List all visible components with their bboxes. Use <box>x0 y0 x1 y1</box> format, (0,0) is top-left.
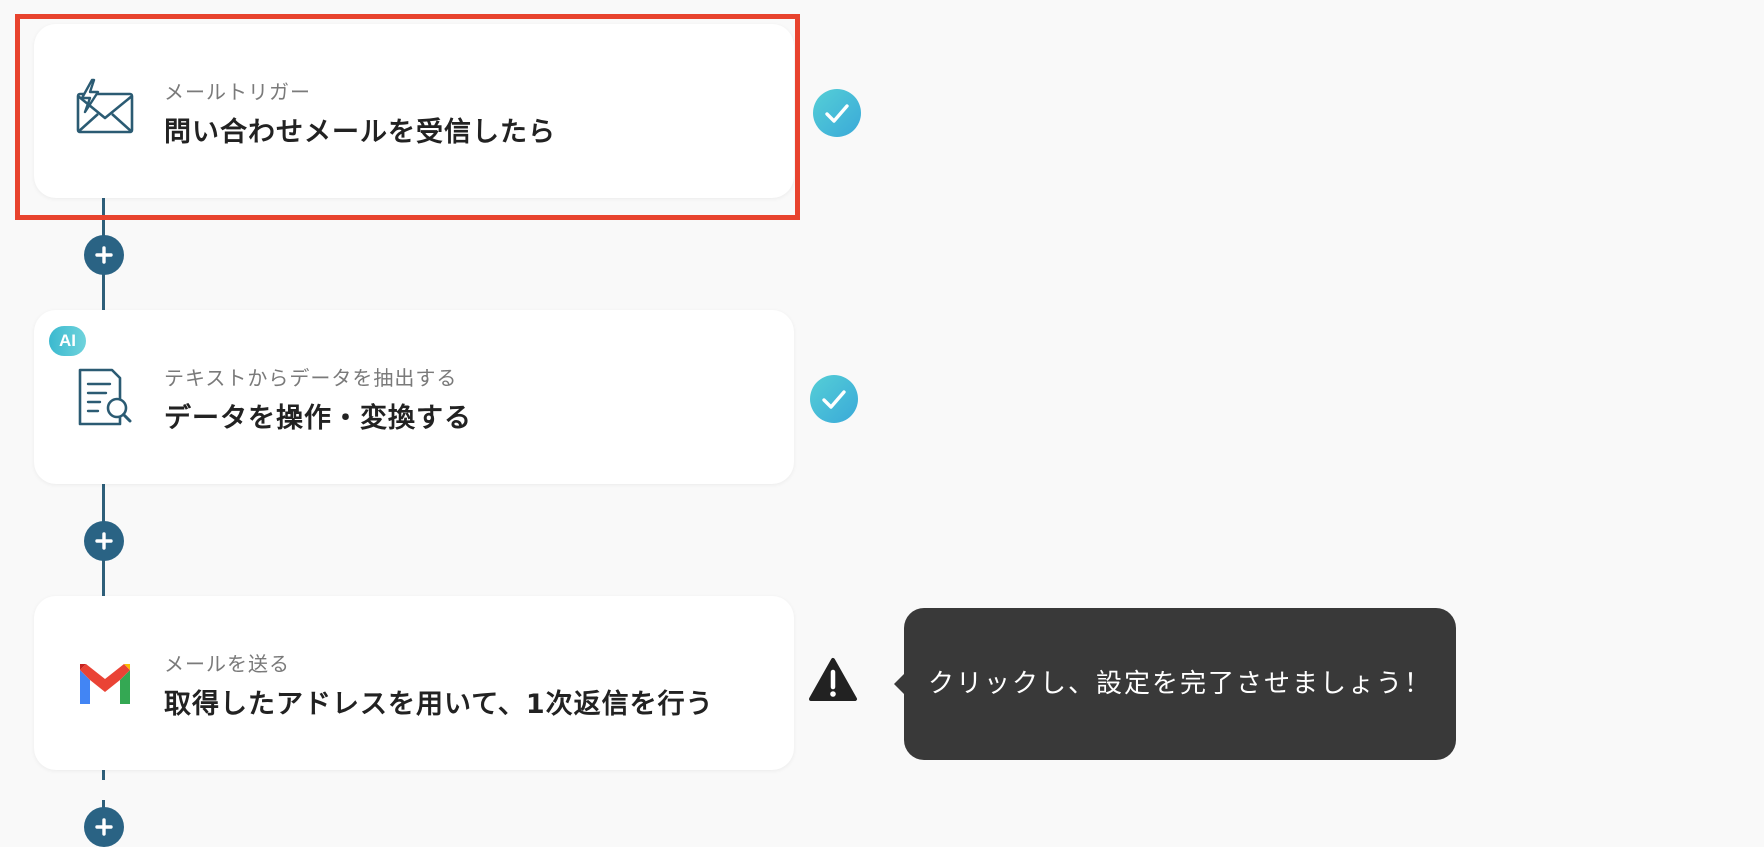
status-complete-badge <box>810 375 858 423</box>
tooltip-text: クリックし、設定を完了させましょう！ <box>928 669 1433 699</box>
check-icon <box>822 390 846 409</box>
status-complete-badge <box>813 89 861 137</box>
add-step-button[interactable] <box>84 807 124 847</box>
step-card-data-extract[interactable]: AI テキストからデータを抽出する データを操作・変換する <box>34 310 794 484</box>
plus-icon <box>95 818 113 836</box>
warning-icon <box>808 657 858 703</box>
step-title: 取得したアドレスを用いて、1次返信を行う <box>164 689 714 720</box>
setup-tooltip: クリックし、設定を完了させましょう！ <box>894 608 1456 760</box>
mail-trigger-icon <box>72 78 138 144</box>
step-subtitle: メールトリガー <box>164 80 311 104</box>
step-card-mail-trigger[interactable]: メールトリガー 問い合わせメールを受信したら <box>34 24 794 198</box>
tooltip-arrow <box>894 673 905 695</box>
check-icon <box>825 104 849 123</box>
step-subtitle: テキストからデータを抽出する <box>164 366 458 390</box>
gmail-icon <box>72 650 138 716</box>
step-card-send-mail[interactable]: メールを送る 取得したアドレスを用いて、1次返信を行う <box>34 596 794 770</box>
document-search-icon <box>72 364 138 430</box>
step-title: 問い合わせメールを受信したら <box>164 117 556 148</box>
ai-badge: AI <box>49 326 86 356</box>
plus-icon <box>95 246 113 264</box>
add-step-button[interactable] <box>84 521 124 561</box>
step-subtitle: メールを送る <box>164 652 290 676</box>
plus-icon <box>95 532 113 550</box>
add-step-button[interactable] <box>84 235 124 275</box>
step-title: データを操作・変換する <box>164 403 472 434</box>
